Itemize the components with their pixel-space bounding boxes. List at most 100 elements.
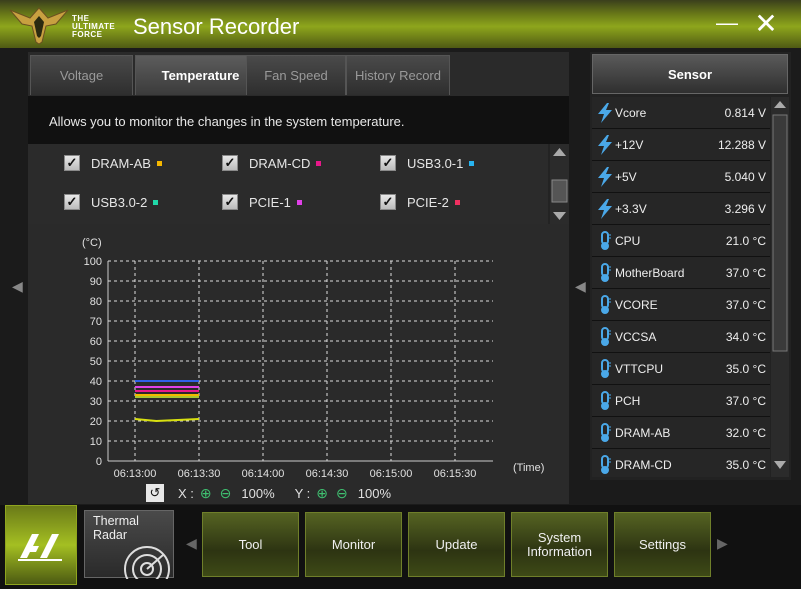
- chart-area: 0 10 20 30 40 50 60 70 80 90 100 06:13:00 06:13:30 06…: [28, 224, 569, 504]
- sensor-value: 21.0 °C: [725, 234, 766, 248]
- nav-right-arrow-icon[interactable]: ▶: [717, 535, 728, 552]
- checkbox-label: DRAM-AB: [91, 155, 151, 171]
- checkbox-dram-ab[interactable]: ✓ DRAM-AB: [64, 153, 162, 173]
- ai-suite-logo-icon: [18, 534, 62, 561]
- x-tick-label: 06:14:00: [242, 468, 285, 480]
- check-icon[interactable]: ✓: [64, 194, 80, 210]
- y-tick-label: 30: [90, 396, 102, 408]
- x-tick-label: 06:14:30: [306, 468, 349, 480]
- sensor-name: PCH: [615, 394, 641, 408]
- zoom-out-y-icon[interactable]: ⊖: [336, 485, 348, 502]
- prev-panel-arrow-icon[interactable]: ◀: [12, 278, 23, 295]
- sensor-row[interactable]: VCCSA 34.0 °C: [592, 321, 770, 353]
- sensor-row[interactable]: +12V 12.288 V: [592, 129, 770, 161]
- scroll-down-icon[interactable]: [774, 461, 786, 469]
- y-axis-label: (°C): [82, 237, 102, 249]
- lightning-icon: [598, 103, 612, 123]
- tab-voltage[interactable]: Voltage: [30, 55, 133, 95]
- zoom-out-x-icon[interactable]: ⊖: [220, 485, 232, 502]
- sensor-row[interactable]: MotherBoard 37.0 °C: [592, 257, 770, 289]
- sensor-value: 0.814 V: [724, 106, 766, 120]
- thermometer-icon: [601, 263, 611, 282]
- ai-suite-button[interactable]: [5, 505, 77, 585]
- thermometer-icon: [601, 455, 611, 474]
- thermometer-icon: [601, 327, 611, 346]
- monitor-button[interactable]: Monitor: [305, 512, 402, 577]
- checkbox-scrollbar[interactable]: [550, 144, 569, 224]
- sensor-value: 37.0 °C: [725, 266, 766, 280]
- scroll-thumb[interactable]: [772, 114, 788, 352]
- sensor-value: 35.0 °C: [725, 362, 766, 376]
- scroll-up-icon[interactable]: [774, 101, 786, 108]
- sensor-row[interactable]: +3.3V 3.296 V: [592, 193, 770, 225]
- sensor-row[interactable]: VCORE 37.0 °C: [592, 289, 770, 321]
- check-icon[interactable]: ✓: [222, 155, 238, 171]
- settings-button[interactable]: Settings: [614, 512, 711, 577]
- check-icon[interactable]: ✓: [380, 194, 396, 210]
- y-tick-label: 80: [90, 296, 102, 308]
- tab-fan-speed[interactable]: Fan Speed: [246, 55, 346, 95]
- checkbox-label: PCIE-2: [407, 194, 449, 210]
- sensor-row[interactable]: PCH 37.0 °C: [592, 385, 770, 417]
- checkbox-usb3-1[interactable]: ✓ USB3.0-1: [380, 153, 475, 173]
- update-button[interactable]: Update: [408, 512, 505, 577]
- sensor-row[interactable]: Vcore 0.814 V: [592, 97, 770, 129]
- nav-left-arrow-icon[interactable]: ◀: [186, 535, 197, 552]
- system-information-button[interactable]: System Information: [511, 512, 608, 577]
- x-tick-label: 06:15:30: [434, 468, 477, 480]
- x-tick-label: 06:15:00: [370, 468, 413, 480]
- scroll-up-icon[interactable]: [553, 148, 566, 156]
- title-bar[interactable]: THE ULTIMATE FORCE Sensor Recorder — ✕: [0, 0, 801, 48]
- sensor-row[interactable]: DRAM-AB 32.0 °C: [592, 417, 770, 449]
- reset-zoom-icon[interactable]: ↺: [146, 484, 164, 502]
- color-swatch: [156, 160, 162, 166]
- checkbox-usb3-2[interactable]: ✓ USB3.0-2: [64, 192, 159, 212]
- sensor-name: MotherBoard: [615, 266, 685, 280]
- zoom-in-y-icon[interactable]: ⊕: [316, 485, 328, 502]
- series-line: [134, 418, 200, 423]
- sensor-row[interactable]: +5V 5.040 V: [592, 161, 770, 193]
- close-button[interactable]: ✕: [752, 10, 780, 38]
- color-swatch: [153, 199, 159, 205]
- checkbox-dram-cd[interactable]: ✓ DRAM-CD: [222, 153, 322, 173]
- tab-history-record[interactable]: History Record: [346, 55, 450, 95]
- zoom-in-x-icon[interactable]: ⊕: [200, 485, 212, 502]
- sensor-scrollbar[interactable]: [771, 97, 789, 477]
- thermal-radar-label: Thermal Radar: [93, 514, 139, 542]
- sensor-list[interactable]: Vcore 0.814 V +12V 12.288 V +5V 5.040 V +3.3V 3…: [592, 97, 770, 477]
- y-tick-label: 40: [90, 376, 102, 388]
- collapse-arrow-icon[interactable]: ◀: [575, 278, 586, 295]
- lightning-icon: [598, 135, 612, 155]
- check-icon[interactable]: ✓: [64, 155, 80, 171]
- sensor-row[interactable]: VTTCPU 35.0 °C: [592, 353, 770, 385]
- minimize-button[interactable]: —: [714, 12, 740, 38]
- checkbox-pcie-1[interactable]: ✓ PCIE-1: [222, 192, 302, 212]
- thermal-radar-button[interactable]: Thermal Radar: [84, 510, 174, 579]
- sensor-name: DRAM-AB: [615, 426, 671, 440]
- x-axis-label: (Time): [513, 462, 544, 474]
- thermometer-icon: [601, 231, 611, 250]
- sensor-name: +5V: [615, 170, 637, 184]
- app-title: Sensor Recorder: [133, 14, 300, 39]
- sensor-row[interactable]: CPU 21.0 °C: [592, 225, 770, 257]
- y-tick-label: 90: [90, 276, 102, 288]
- scroll-down-icon[interactable]: [553, 212, 566, 220]
- scroll-thumb[interactable]: [551, 179, 568, 203]
- tab-bar: Voltage Temperature Fan Speed History Re…: [28, 52, 569, 96]
- tool-button[interactable]: Tool: [202, 512, 299, 577]
- monitor-panel: Voltage Temperature Fan Speed History Re…: [28, 52, 569, 504]
- sensor-value: 3.296 V: [724, 202, 766, 216]
- x-tick-label: 06:13:30: [178, 468, 221, 480]
- sensor-value: 34.0 °C: [725, 330, 766, 344]
- tuf-logo-icon: [9, 7, 69, 45]
- checkbox-pcie-2[interactable]: ✓ PCIE-2: [380, 192, 460, 212]
- sensor-value: 5.040 V: [724, 170, 766, 184]
- radar-icon: [124, 546, 170, 579]
- thermometer-icon: [601, 359, 611, 378]
- check-icon[interactable]: ✓: [222, 194, 238, 210]
- sensor-row[interactable]: DRAM-CD 35.0 °C: [592, 449, 770, 477]
- check-icon[interactable]: ✓: [380, 155, 396, 171]
- sensor-header: Sensor: [592, 54, 788, 94]
- color-swatch: [469, 160, 475, 166]
- thermometer-icon: [601, 391, 611, 410]
